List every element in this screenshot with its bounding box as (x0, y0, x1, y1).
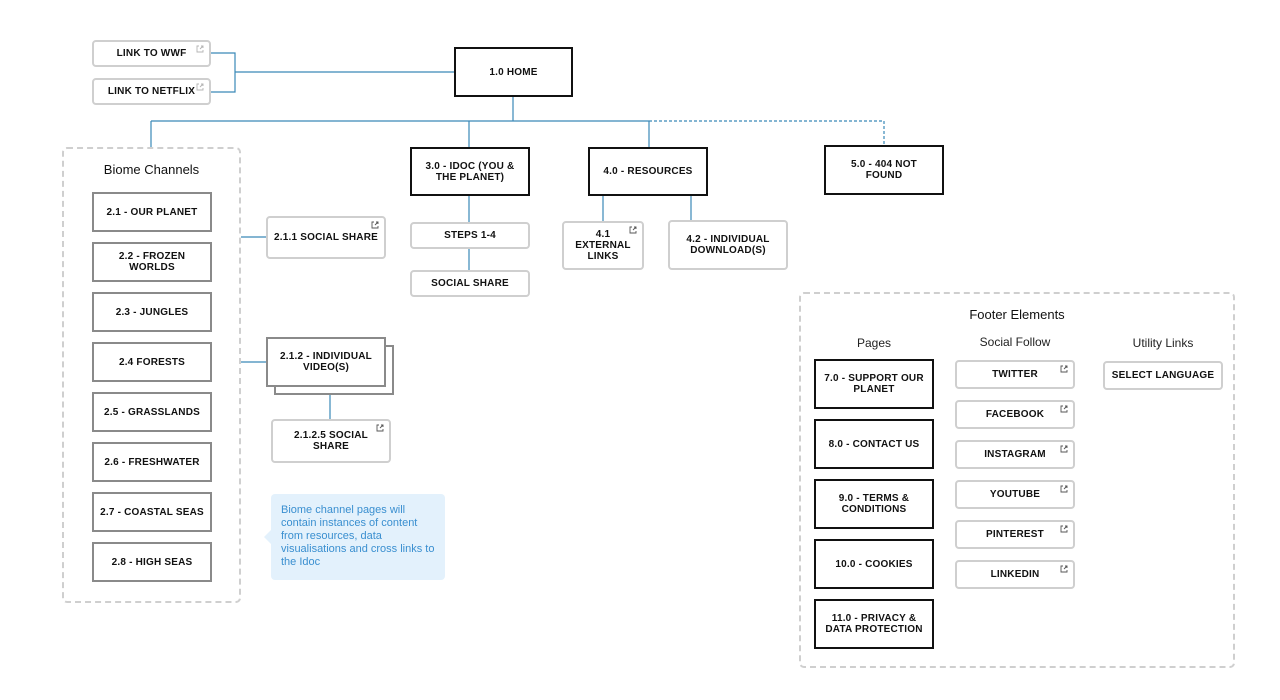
resources-page-node[interactable]: 4.0 - RESOURCES (588, 147, 708, 196)
footer-elements-title: Footer Elements (969, 307, 1065, 322)
footer-page-item[interactable]: 11.0 - PRIVACY & DATA PROTECTION (814, 599, 934, 649)
biome-channel-item[interactable]: 2.8 - HIGH SEAS (92, 542, 212, 582)
biome-channel-label: 2.3 - JUNGLES (115, 306, 189, 318)
link-to-wwf-label: LINK TO WWF (116, 48, 187, 59)
footer-social-pinterest[interactable]: PINTEREST (955, 520, 1075, 549)
biome-channel-item[interactable]: 2.4 FORESTS (92, 342, 212, 382)
biome-channel-label: 2.6 - FRESHWATER (104, 456, 200, 468)
biome-channel-item[interactable]: 2.6 - FRESHWATER (92, 442, 212, 482)
home-page-node[interactable]: 1.0 HOME (454, 47, 573, 97)
resources-external-links-label: 4.1 EXTERNAL LINKS (575, 229, 631, 262)
footer-page-item[interactable]: 7.0 - SUPPORT OUR PLANET (814, 359, 934, 409)
biome-social-share[interactable]: 2.1.1 SOCIAL SHARE (266, 216, 386, 259)
external-link-icon (371, 221, 380, 230)
not-found-page-node[interactable]: 5.0 - 404 NOT FOUND (824, 145, 944, 195)
biome-channel-item[interactable]: 2.7 - COASTAL SEAS (92, 492, 212, 532)
footer-page-item[interactable]: 9.0 - TERMS & CONDITIONS (814, 479, 934, 529)
footer-social-facebook[interactable]: FACEBOOK (955, 400, 1075, 429)
footer-social-label: YOUTUBE (989, 489, 1041, 500)
external-link-icon (629, 226, 638, 235)
footer-utility-title: Utility Links (1132, 336, 1194, 350)
external-link-icon (1060, 405, 1069, 414)
footer-social-youtube[interactable]: YOUTUBE (955, 480, 1075, 509)
idoc-social-share[interactable]: SOCIAL SHARE (410, 270, 530, 297)
link-to-netflix-label: LINK TO NETFLIX (107, 86, 196, 97)
video-social-share-label: 2.1.2.5 SOCIAL SHARE (294, 430, 368, 452)
idoc-page-node[interactable]: 3.0 - IDOC (YOU & THE PLANET) (410, 147, 530, 196)
footer-page-label: 8.0 - CONTACT US (828, 438, 920, 450)
idoc-steps[interactable]: STEPS 1-4 (410, 222, 530, 249)
individual-videos[interactable]: 2.1.2 - INDIVIDUAL VIDEO(S) (266, 337, 386, 387)
footer-page-label: 7.0 - SUPPORT OUR PLANET (824, 373, 924, 395)
idoc-social-share-label: SOCIAL SHARE (431, 278, 509, 289)
footer-social-linkedin[interactable]: LINKEDIN (955, 560, 1075, 589)
biome-channel-item[interactable]: 2.3 - JUNGLES (92, 292, 212, 332)
link-to-wwf[interactable]: LINK TO WWF (92, 40, 211, 67)
biome-channel-item[interactable]: 2.1 - OUR PLANET (92, 192, 212, 232)
connector-wwf (211, 52, 236, 93)
resources-label: 4.0 - RESOURCES (603, 166, 693, 177)
footer-social-title: Social Follow (979, 335, 1051, 349)
not-found-label: 5.0 - 404 NOT FOUND (851, 159, 917, 181)
biome-channel-label: 2.7 - COASTAL SEAS (100, 506, 204, 518)
external-link-icon (1060, 445, 1069, 454)
footer-social-label: INSTAGRAM (984, 449, 1046, 460)
footer-social-instagram[interactable]: INSTAGRAM (955, 440, 1075, 469)
external-link-icon (1060, 565, 1069, 574)
footer-social-twitter[interactable]: TWITTER (955, 360, 1075, 389)
external-link-icon (1060, 365, 1069, 374)
individual-videos-label: 2.1.2 - INDIVIDUAL VIDEO(S) (280, 351, 372, 373)
resources-individual-downloads[interactable]: 4.2 - INDIVIDUAL DOWNLOAD(S) (668, 220, 788, 270)
footer-page-label: 10.0 - COOKIES (835, 558, 913, 570)
biome-channel-label: 2.2 - FROZEN WORLDS (118, 251, 186, 273)
home-label: 1.0 HOME (489, 66, 538, 78)
footer-social-label: PINTEREST (986, 529, 1044, 540)
resources-external-links[interactable]: 4.1 EXTERNAL LINKS (562, 221, 644, 270)
footer-pages-title: Pages (856, 336, 892, 350)
footer-utility-label: SELECT LANGUAGE (1111, 370, 1215, 381)
footer-select-language[interactable]: SELECT LANGUAGE (1103, 361, 1223, 390)
external-link-icon (1060, 485, 1069, 494)
footer-social-label: LINKEDIN (990, 569, 1040, 580)
link-to-netflix[interactable]: LINK TO NETFLIX (92, 78, 211, 105)
resources-individual-downloads-label: 4.2 - INDIVIDUAL DOWNLOAD(S) (686, 234, 770, 256)
external-link-icon (196, 83, 205, 92)
biome-channels-title: Biome Channels (103, 162, 200, 177)
footer-page-item[interactable]: 10.0 - COOKIES (814, 539, 934, 589)
note-text: Biome channel pages will contain instanc… (281, 504, 435, 568)
external-link-icon (1060, 525, 1069, 534)
biome-social-share-label: 2.1.1 SOCIAL SHARE (274, 232, 379, 243)
idoc-steps-label: STEPS 1-4 (444, 230, 496, 241)
biome-channel-item[interactable]: 2.5 - GRASSLANDS (92, 392, 212, 432)
external-link-icon (376, 424, 385, 433)
biome-channel-label: 2.4 FORESTS (118, 356, 186, 368)
biome-channel-label: 2.5 - GRASSLANDS (104, 406, 200, 418)
external-link-icon (196, 45, 205, 54)
footer-social-label: FACEBOOK (985, 409, 1045, 420)
biome-channel-label: 2.1 - OUR PLANET (106, 206, 198, 218)
footer-page-item[interactable]: 8.0 - CONTACT US (814, 419, 934, 469)
biome-channels-note: Biome channel pages will contain instanc… (264, 494, 445, 580)
biome-channel-item[interactable]: 2.2 - FROZEN WORLDS (92, 242, 212, 282)
idoc-label: 3.0 - IDOC (YOU & THE PLANET) (425, 160, 515, 183)
footer-page-label: 11.0 - PRIVACY & DATA PROTECTION (825, 613, 923, 635)
connector-404-dashed (649, 120, 885, 145)
footer-social-label: TWITTER (992, 369, 1038, 380)
footer-page-label: 9.0 - TERMS & CONDITIONS (838, 493, 910, 515)
biome-channel-label: 2.8 - HIGH SEAS (111, 556, 193, 568)
video-social-share[interactable]: 2.1.2.5 SOCIAL SHARE (271, 419, 391, 463)
